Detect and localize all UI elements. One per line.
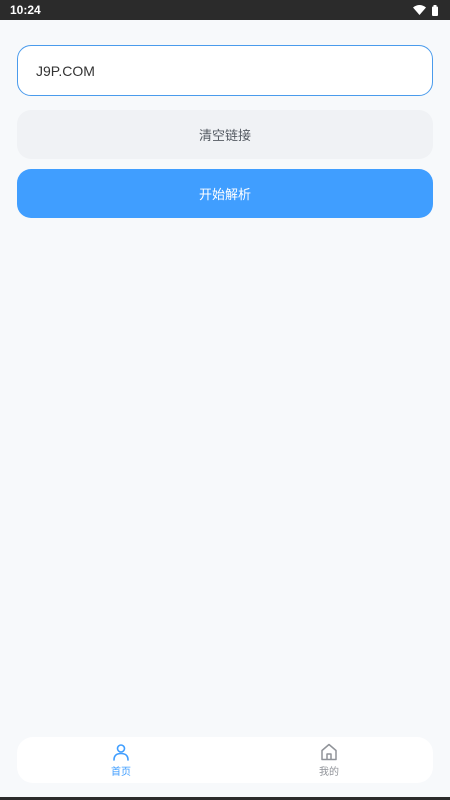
clear-link-button-label: 清空链接 — [198, 129, 251, 144]
home-icon — [320, 743, 338, 761]
status-bar: 10:24 — [0, 0, 450, 20]
status-icons — [413, 4, 438, 16]
status-time: 10:24 — [10, 3, 41, 17]
url-input[interactable] — [17, 45, 433, 96]
clear-link-button[interactable]: 清空链接 — [17, 110, 433, 159]
wifi-icon — [413, 5, 426, 15]
start-parse-button[interactable]: 开始解析 — [17, 169, 433, 218]
tab-mine[interactable]: 我的 — [225, 737, 433, 783]
tab-mine-label: 我的 — [319, 766, 339, 778]
tab-home[interactable]: 首页 — [17, 737, 225, 783]
tab-home-label: 首页 — [111, 766, 131, 778]
battery-icon — [432, 4, 438, 16]
user-icon — [112, 743, 130, 761]
start-parse-button-label: 开始解析 — [198, 188, 251, 203]
bottom-tab-bar: 首页 我的 — [17, 737, 433, 783]
